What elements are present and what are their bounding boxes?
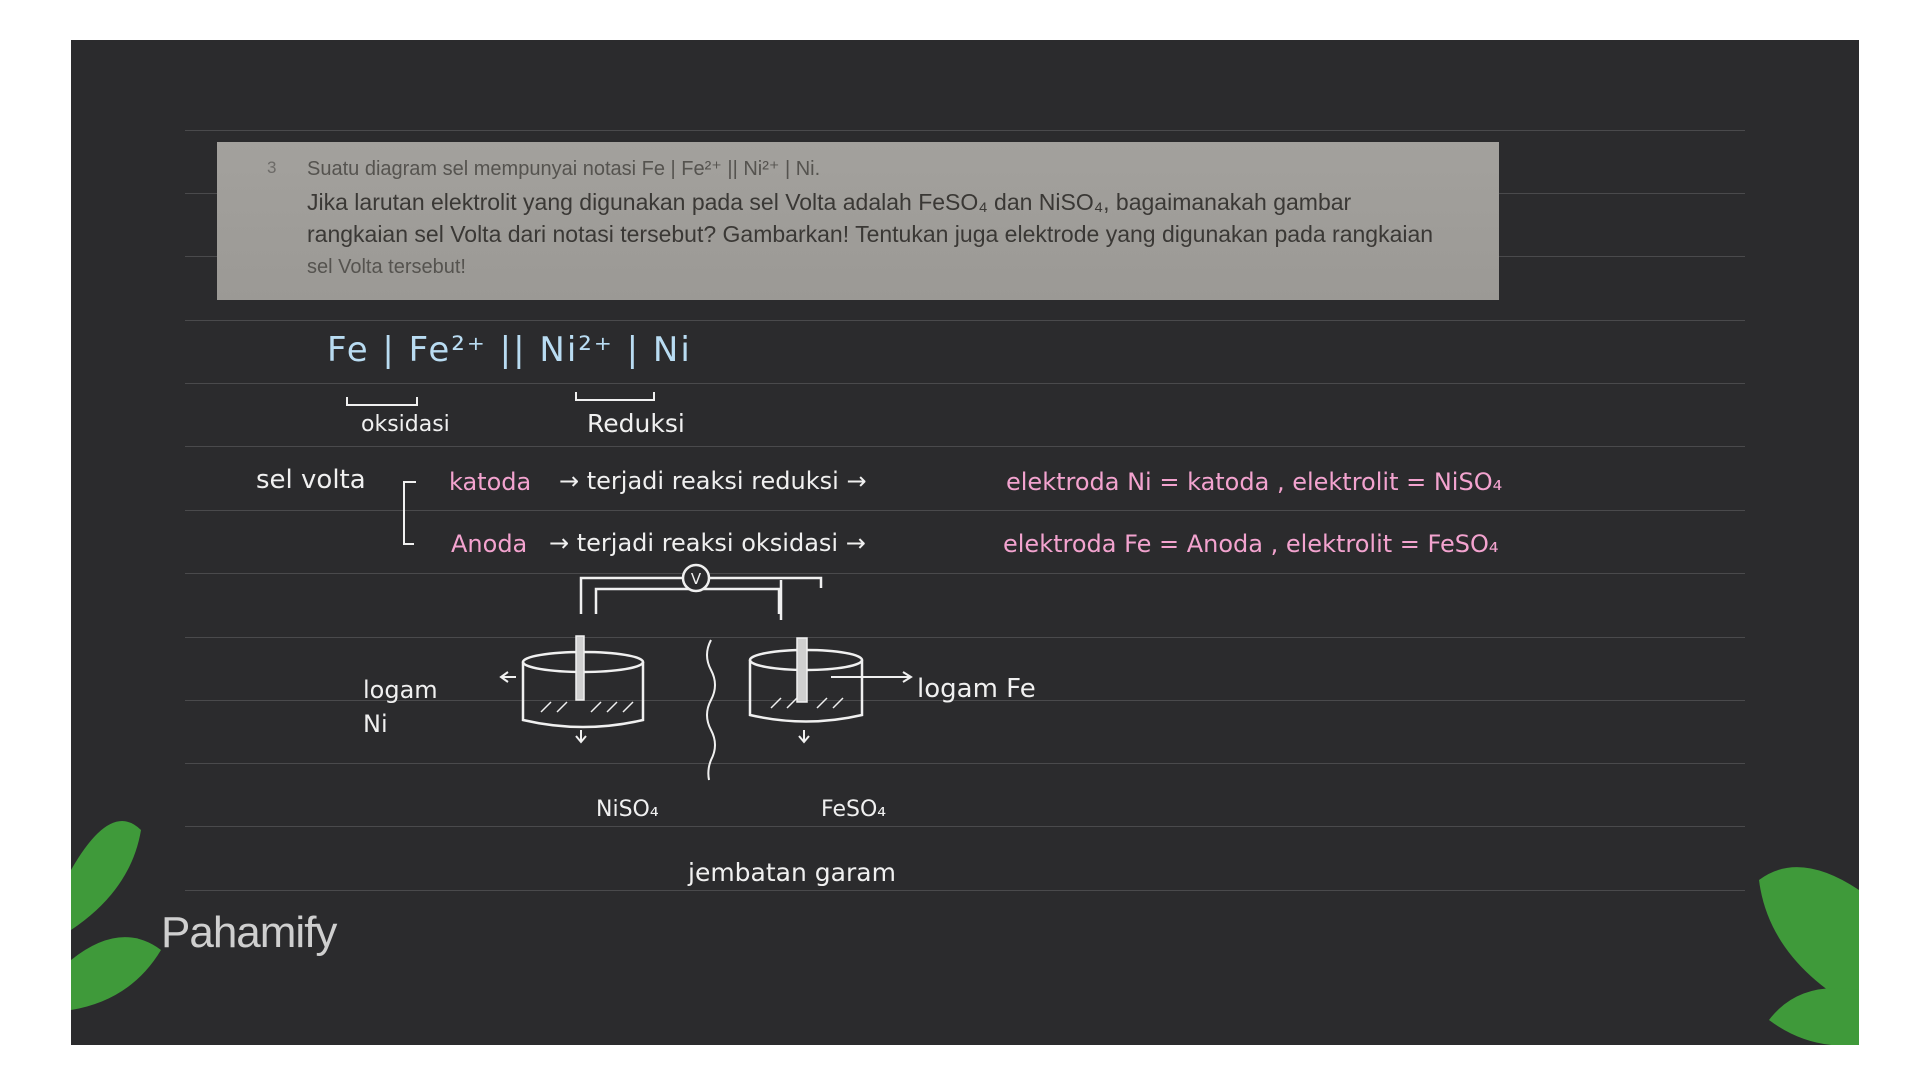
arrow-niso4: [575, 730, 587, 744]
sel-volta-brace: [403, 481, 416, 545]
leaf-decoration-right: [1769, 988, 1859, 1045]
oksidasi-bracket: [346, 397, 418, 406]
reduksi-bracket: [575, 392, 655, 401]
arrow-logam-fe: [831, 671, 913, 683]
ni-electrode: [575, 635, 585, 701]
fe-electrode: [796, 637, 808, 703]
arrow-feso4: [798, 730, 810, 744]
leaf-decoration-left: [71, 937, 161, 1010]
drawing-layer: V: [71, 392, 1859, 1045]
solution-hatch-left: [540, 701, 634, 713]
leaf-decoration-left: [71, 821, 141, 930]
voltmeter-symbol: V: [691, 570, 702, 588]
salt-bridge-tube: [594, 587, 781, 614]
whiteboard-canvas: 3 Suatu diagram sel mempunyai notasi Fe …: [71, 40, 1859, 1045]
arrow-logam-ni: [499, 671, 516, 683]
wire-right: [703, 576, 823, 620]
pahamify-logo: Pahamify: [161, 908, 337, 957]
salt-bridge-pointer: [706, 639, 716, 781]
